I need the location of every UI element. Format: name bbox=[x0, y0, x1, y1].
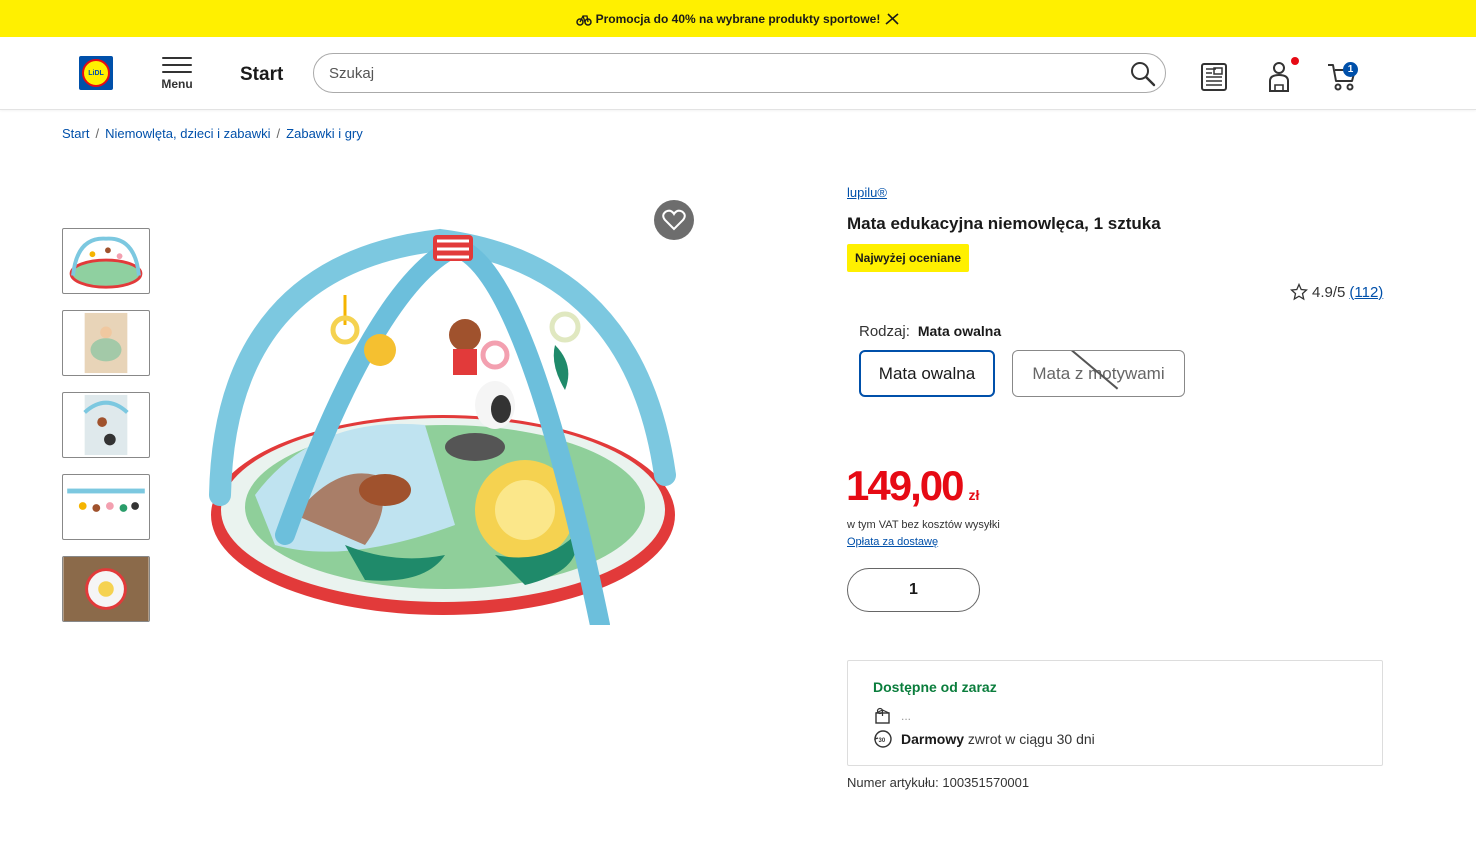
availability-box: Dostępne od zaraz ... 30 Darmowy zwrot w… bbox=[847, 660, 1383, 766]
cart-count-badge: 1 bbox=[1343, 62, 1358, 77]
ski-icon bbox=[885, 12, 899, 25]
mat-floor-thumbnail-image bbox=[63, 557, 149, 621]
price-currency: zł bbox=[968, 487, 980, 503]
menu-label: Menu bbox=[161, 77, 193, 91]
delivery-detail: ... bbox=[901, 709, 912, 723]
product-title: Mata edukacyjna niemowlęca, 1 sztuka bbox=[847, 214, 1161, 233]
lidl-logo[interactable]: LiDL bbox=[79, 56, 113, 90]
brand-link[interactable]: lupilu® bbox=[847, 185, 887, 200]
hamburger-icon bbox=[162, 57, 192, 73]
svg-text:30: 30 bbox=[879, 738, 886, 744]
search-icon[interactable] bbox=[1129, 60, 1157, 88]
product-rating[interactable]: 4.9/5 (112) bbox=[1290, 283, 1383, 301]
menu-button[interactable]: Menu bbox=[160, 55, 194, 95]
top-rated-badge: Najwyżej oceniane bbox=[847, 244, 970, 272]
heart-icon bbox=[662, 209, 686, 231]
breadcrumb-item-babies[interactable]: Niemowlęta, dzieci i zabawki bbox=[105, 126, 270, 141]
return-text: zwrot w ciągu 30 dni bbox=[967, 731, 1095, 747]
playmat-thumbnail-image bbox=[69, 236, 143, 289]
search-bar bbox=[313, 53, 1166, 93]
variant-button-oval[interactable]: Mata owalna bbox=[859, 350, 995, 397]
bike-icon bbox=[575, 14, 592, 26]
return-row: 30 Darmowy zwrot w ciągu 30 dni bbox=[873, 729, 1095, 749]
return-bold: Darmowy bbox=[901, 731, 965, 747]
leaflet-icon[interactable] bbox=[1198, 59, 1232, 93]
start-link[interactable]: Start bbox=[240, 64, 283, 86]
article-number: Numer artykułu: 100351570001 bbox=[847, 775, 1030, 790]
breadcrumb-separator: / bbox=[95, 126, 100, 141]
variant-button-motifs[interactable]: Mata z motywami bbox=[1012, 350, 1185, 397]
shipping-cost-link[interactable]: Opłata za dostawę bbox=[847, 536, 938, 548]
delivery-row: ... bbox=[873, 706, 911, 726]
thumbnail-4[interactable] bbox=[62, 474, 150, 540]
notification-dot bbox=[1291, 57, 1299, 65]
promo-text: Promocja do 40% na wybrane produkty spor… bbox=[595, 11, 881, 26]
search-input[interactable] bbox=[329, 54, 1109, 92]
thumbnail-3[interactable] bbox=[62, 392, 150, 458]
product-image bbox=[209, 228, 676, 625]
quantity-value: 1 bbox=[909, 581, 918, 598]
variant-button-label: Mata owalna bbox=[878, 363, 976, 383]
site-header: LiDL Menu Start 1 bbox=[0, 37, 1476, 110]
toys-thumbnail-image bbox=[67, 488, 145, 512]
review-count-link[interactable]: (112) bbox=[1349, 284, 1383, 301]
price-value: 149,00 bbox=[846, 462, 964, 509]
breadcrumb-separator: / bbox=[276, 126, 281, 141]
variant-label: Rodzaj: Mata owalna bbox=[859, 323, 1001, 340]
logo-ring: LiDL bbox=[82, 59, 110, 87]
promo-banner[interactable]: Promocja do 40% na wybrane produkty spor… bbox=[0, 0, 1476, 37]
vat-note: w tym VAT bez kosztów wysyłki bbox=[847, 519, 1000, 531]
breadcrumb-item-toys[interactable]: Zabawki i gry bbox=[286, 126, 363, 141]
variant-label-text: Rodzaj: bbox=[859, 323, 910, 340]
baby-photo-thumbnail-image bbox=[84, 312, 128, 374]
toy-closeup-thumbnail-image bbox=[83, 394, 129, 456]
breadcrumb: Start / Niemowlęta, dzieci i zabawki / Z… bbox=[62, 126, 363, 141]
variant-selected-value: Mata owalna bbox=[917, 323, 1002, 339]
return-text-wrapper: Darmowy zwrot w ciągu 30 dni bbox=[901, 731, 1095, 747]
favorite-button[interactable] bbox=[654, 200, 694, 240]
return-30-icon: 30 bbox=[874, 730, 892, 748]
logo-text: LiDL bbox=[88, 69, 104, 77]
thumbnail-1[interactable] bbox=[62, 228, 150, 294]
star-icon bbox=[1290, 283, 1308, 301]
availability-title: Dostępne od zaraz bbox=[873, 679, 997, 695]
thumbnail-5[interactable] bbox=[62, 556, 150, 622]
breadcrumb-item-start[interactable]: Start bbox=[62, 126, 89, 141]
thumbnail-2[interactable] bbox=[62, 310, 150, 376]
quantity-selector[interactable]: 1 bbox=[847, 568, 980, 612]
product-price: 149,00 zł bbox=[846, 462, 979, 510]
rating-value: 4.9/5 bbox=[1312, 283, 1346, 301]
package-icon bbox=[875, 707, 890, 724]
